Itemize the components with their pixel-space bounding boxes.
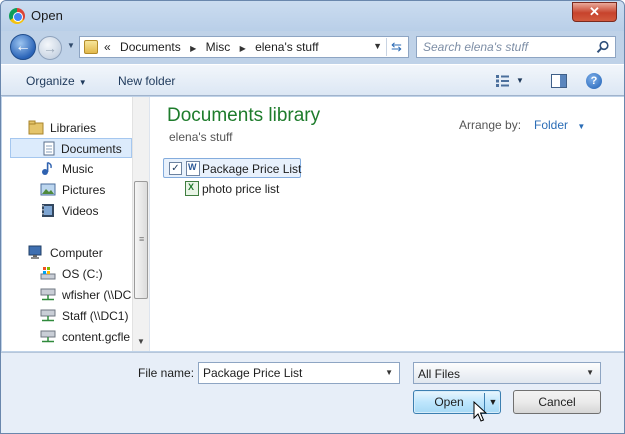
sidebar-item-libraries[interactable]: Libraries xyxy=(28,118,132,138)
chevron-down-icon[interactable]: ▼ xyxy=(385,368,393,377)
open-options-chevron-down-icon[interactable]: ▼ xyxy=(486,391,500,413)
panes: Libraries Documents Music Pictures Video… xyxy=(2,97,624,351)
search-box[interactable] xyxy=(416,36,616,58)
sidebar-item-label: wfisher (\\DC xyxy=(62,288,132,302)
breadcrumb-elenas-stuff[interactable]: elena's stuff xyxy=(255,40,318,54)
sidebar-item-music[interactable]: Music xyxy=(40,159,132,179)
sidebar-item-content-gcfle[interactable]: content.gcfle xyxy=(40,327,132,347)
libraries-icon xyxy=(28,120,44,135)
mouse-cursor-icon xyxy=(473,401,487,422)
navigation-pane: Libraries Documents Music Pictures Video… xyxy=(2,97,150,351)
organize-label: Organize xyxy=(26,74,75,88)
arrange-by-value: Folder xyxy=(534,118,569,132)
videos-icon xyxy=(42,204,54,217)
music-icon xyxy=(42,161,52,175)
address-row: ← → ▼ « Documents ▶ Misc ▶ elena's stuff… xyxy=(1,31,624,63)
close-button[interactable]: ✕ xyxy=(572,2,617,22)
chevron-down-icon: ▼ xyxy=(577,122,586,131)
drive-icon xyxy=(40,267,56,280)
help-icon[interactable]: ? xyxy=(586,73,602,89)
forward-button[interactable]: → xyxy=(38,36,62,60)
pictures-icon xyxy=(40,183,56,196)
sidebar-item-label: Music xyxy=(62,162,94,176)
sidebar-item-label: OS (C:) xyxy=(62,267,103,281)
open-dialog: Open ✕ ← → ▼ « Documents ▶ Misc ▶ elena'… xyxy=(0,0,625,434)
library-subtitle: elena's stuff xyxy=(169,130,233,144)
network-drive-icon xyxy=(40,309,56,322)
new-folder-button[interactable]: New folder xyxy=(118,74,175,88)
address-bar[interactable]: « Documents ▶ Misc ▶ elena's stuff ▼ ⇆ xyxy=(79,36,409,58)
sidebar-item-computer[interactable]: Computer xyxy=(28,243,132,263)
file-name-label: File name: xyxy=(138,366,195,380)
breadcrumb: « Documents ▶ Misc ▶ elena's stuff xyxy=(104,40,325,54)
chrome-icon xyxy=(9,8,25,24)
file-name: Package Price List xyxy=(202,162,302,176)
sidebar-item-videos[interactable]: Videos xyxy=(40,201,132,221)
chevron-down-icon: ▼ xyxy=(586,368,594,377)
navigation-scrollbar[interactable]: ≡ ▼ xyxy=(132,97,149,351)
recent-locations-chevron-down-icon[interactable]: ▼ xyxy=(67,41,75,50)
file-list-pane: Documents library elena's stuff Arrange … xyxy=(151,97,624,351)
sidebar-item-label: Computer xyxy=(50,246,103,260)
file-name-input[interactable] xyxy=(199,363,379,383)
checkbox-checked-icon[interactable]: ✓ xyxy=(169,162,182,175)
scrollbar-thumb[interactable]: ≡ xyxy=(134,181,148,299)
address-dropdown-icon[interactable]: ▼ xyxy=(373,41,382,51)
sidebar-item-label: Libraries xyxy=(50,121,97,135)
breadcrumb-documents[interactable]: Documents xyxy=(120,40,181,54)
breadcrumb-separator-icon[interactable]: ▶ xyxy=(190,44,196,53)
sidebar-item-label: Staff (\\DC1) xyxy=(62,309,129,323)
search-input[interactable] xyxy=(417,37,593,57)
sidebar-item-wfisher[interactable]: wfisher (\\DC xyxy=(40,285,132,305)
document-icon xyxy=(43,141,55,156)
sidebar-item-label: Pictures xyxy=(62,183,106,197)
network-drive-icon xyxy=(40,330,56,343)
preview-pane-icon[interactable] xyxy=(551,74,567,88)
title-bar: Open ✕ xyxy=(1,1,624,31)
sidebar-item-label: content.gcfle xyxy=(62,330,131,344)
views-chevron-down-icon[interactable]: ▼ xyxy=(516,76,524,85)
word-document-icon xyxy=(186,161,200,176)
file-item-package-price-list[interactable]: ✓ Package Price List xyxy=(163,158,301,178)
excel-document-icon xyxy=(185,181,199,196)
file-type-select[interactable]: All Files ▼ xyxy=(413,362,601,384)
file-name-combobox[interactable]: ▼ xyxy=(198,362,400,384)
breadcrumb-separator-icon[interactable]: ▶ xyxy=(240,44,246,53)
change-view-icon[interactable] xyxy=(495,74,511,88)
organize-button[interactable]: Organize ▼ xyxy=(26,74,87,88)
refresh-icon[interactable]: ⇆ xyxy=(386,38,406,56)
grip-icon: ≡ xyxy=(139,234,145,244)
scroll-down-icon[interactable]: ▼ xyxy=(137,337,145,346)
network-drive-icon xyxy=(40,288,56,301)
sidebar-item-staff[interactable]: Staff (\\DC1) xyxy=(40,306,132,326)
window-title: Open xyxy=(31,8,63,23)
file-type-value: All Files xyxy=(418,367,461,381)
sidebar-item-os-c[interactable]: OS (C:) xyxy=(40,264,132,284)
cancel-button[interactable]: Cancel xyxy=(513,390,601,414)
folder-icon xyxy=(84,40,98,54)
sidebar-item-label: Documents xyxy=(61,142,122,156)
command-bar: Organize ▼ New folder ▼ ? xyxy=(1,64,624,96)
library-title: Documents library xyxy=(167,105,321,126)
breadcrumb-overflow[interactable]: « xyxy=(104,40,111,54)
computer-icon xyxy=(28,245,42,259)
chevron-down-icon: ▼ xyxy=(78,78,87,87)
back-button[interactable]: ← xyxy=(10,34,36,60)
sidebar-item-documents[interactable]: Documents xyxy=(10,138,132,158)
open-button[interactable]: Open ▼ xyxy=(413,390,501,414)
file-item-photo-price-list[interactable]: photo price list xyxy=(163,179,293,199)
sidebar-item-pictures[interactable]: Pictures xyxy=(40,180,132,200)
file-name: photo price list xyxy=(202,182,280,196)
sidebar-item-label: Videos xyxy=(62,204,99,218)
breadcrumb-misc[interactable]: Misc xyxy=(206,40,231,54)
search-icon[interactable] xyxy=(596,40,610,54)
arrange-by-dropdown[interactable]: Folder ▼ xyxy=(534,118,585,132)
dialog-footer: File name: ▼ All Files ▼ Open ▼ Cancel xyxy=(1,352,624,433)
arrange-by-label: Arrange by: xyxy=(459,118,522,132)
